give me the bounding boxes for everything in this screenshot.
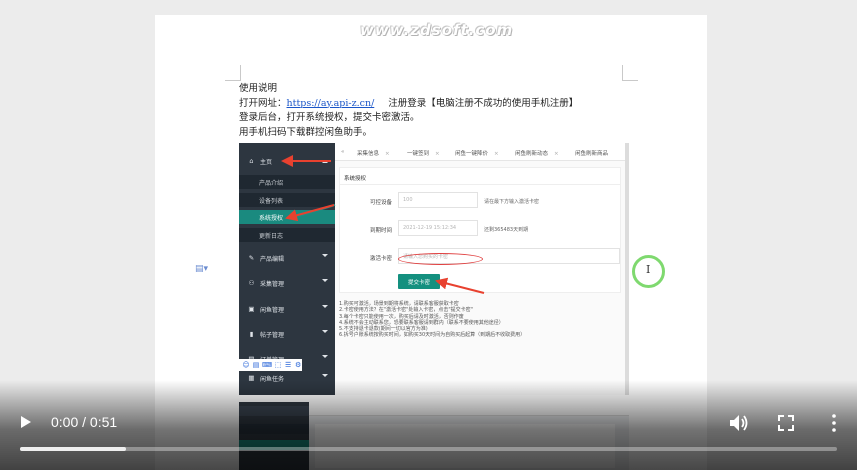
progress-bar[interactable]: [20, 447, 837, 451]
admin-tab-label: 闲鱼一键降价: [455, 151, 489, 157]
sidebar-sub-item: 设备列表: [239, 193, 335, 207]
admin-tab: 一键签到 ×: [407, 149, 440, 157]
volume-button[interactable]: [729, 414, 749, 432]
device-label: 可控设备: [369, 200, 392, 206]
sidebar-group: ▣ 闲鱼管理: [239, 300, 335, 318]
panel-divider: [340, 184, 620, 185]
chevron-down-icon: [322, 374, 328, 377]
close-icon: ×: [385, 151, 390, 157]
doc-line-login: 登录后台，打开系统授权，提交卡密激活。: [239, 112, 420, 123]
admin-tab-label: 闲鱼刷新商品: [575, 151, 609, 157]
admin-tab: 闲鱼刷新动态 ×: [515, 149, 559, 157]
video-controls: 0:00 / 0:51: [0, 405, 857, 441]
note-line: 6.拆号户账系统按购买时间，如购买30天时间为自购买后起算（到期后不收取费用）: [339, 332, 526, 339]
ime-moon-icon: ♪: [239, 361, 240, 369]
screenshot-scrollbar: [625, 143, 629, 395]
ime-keyboard-icon: ▤: [252, 361, 260, 369]
more-options-button[interactable]: [828, 413, 840, 433]
ime-toolbar: S 中 ♪ ☺ ▤ ⌨ ⬚ ☰ ⚙: [239, 359, 303, 371]
admin-tab: 闲鱼刷新商品: [575, 149, 608, 157]
admin-main: 系统授权 可控设备 100 请在最下方输入激活卡密 到期时间 2021-12-1…: [335, 161, 625, 395]
ime-settings-icon: ⚙: [294, 361, 302, 369]
collect-icon: ⚇: [248, 279, 255, 287]
admin-tab: 采集信息 ×: [357, 149, 390, 157]
sidebar-group: ✎ 产品编辑: [239, 249, 335, 267]
close-icon: ×: [435, 151, 440, 157]
document-body: 使用说明 打开网址：https://ay.api-z.cn/注册登录【电脑注册不…: [239, 82, 639, 140]
time-display: 0:00 / 0:51: [51, 414, 118, 430]
sidebar-sub-label: 更新日志: [259, 232, 284, 240]
home-icon: ⌂: [249, 157, 254, 165]
doc-line-url: 打开网址：https://ay.api-z.cn/注册登录【电脑注册不成功的使用…: [239, 97, 639, 112]
admin-tab-label: 闲鱼刷新动态: [515, 151, 549, 157]
sidebar-sub-label: 设备列表: [259, 197, 284, 205]
paragraph-marker-icon: ▤▾: [195, 264, 209, 274]
doc-url-prefix: 打开网址：: [239, 97, 287, 109]
text-cursor-icon: I: [646, 263, 651, 276]
play-button[interactable]: [18, 414, 34, 430]
admin-tab-label: 采集信息: [357, 151, 380, 157]
expire-field: 2021-12-19 15:12:34: [398, 220, 478, 236]
authorization-panel: 系统授权 可控设备 100 请在最下方输入激活卡密 到期时间 2021-12-1…: [339, 167, 621, 293]
sidebar-sub-item: 产品介绍: [239, 175, 335, 189]
red-highlight-ellipse: [398, 253, 483, 265]
close-icon: ×: [554, 151, 559, 157]
edit-icon: ✎: [248, 254, 255, 262]
fish-icon: ▣: [248, 305, 255, 313]
chevron-down-icon: [322, 355, 328, 358]
sidebar-group-label: 闲鱼管理: [260, 306, 285, 314]
expire-value: 2021-12-19 15:12:34: [403, 225, 457, 231]
close-icon: ×: [494, 151, 499, 157]
sidebar-home: ⌂ 主页: [239, 151, 335, 171]
doc-url-suffix: 注册登录【电脑注册不成功的使用手机注册】: [388, 97, 579, 109]
admin-tab: 闲鱼一键降价 ×: [455, 149, 499, 157]
progress-buffered: [20, 447, 127, 451]
fullscreen-button[interactable]: [777, 414, 795, 432]
sidebar-group: ⚇ 采集管理: [239, 274, 335, 292]
chevron-up-icon: [322, 160, 328, 163]
sidebar-group-label: 采集管理: [260, 280, 285, 288]
admin-tab-bar: « 采集信息 × 一键签到 × 闲鱼一键降价 × 闲鱼刷新动态 × 闲鱼刷新商品: [335, 143, 629, 161]
device-value: 100: [403, 197, 413, 203]
panel-title: 系统授权: [344, 176, 367, 182]
submit-card-button: 提交卡密: [398, 274, 440, 289]
doc-line-title: 使用说明: [239, 83, 278, 94]
chevron-down-icon: [322, 279, 328, 282]
doc-url-link[interactable]: https://ay.api-z.cn/: [287, 98, 375, 109]
chevron-down-icon: [322, 254, 328, 257]
sidebar-sub-label: 系统授权: [259, 214, 284, 222]
tabs-back-icon: «: [341, 149, 345, 155]
ime-menu-icon: ☰: [284, 361, 292, 369]
chevron-down-icon: [322, 305, 328, 308]
sidebar-group: ▮ 帖子管理: [239, 325, 335, 343]
sidebar-sub-label: 产品介绍: [259, 179, 284, 187]
sidebar-home-label: 主页: [260, 158, 273, 166]
post-icon: ▮: [249, 330, 254, 338]
doc-line-download: 用手机扫码下载群控闲鱼助手。: [239, 126, 373, 138]
chevron-down-icon: [322, 330, 328, 333]
device-hint: 请在最下方输入激活卡密: [484, 199, 540, 205]
usage-notes: 1.购买可激活，场景到期将系统，请联系客服获取卡密 2.卡密使用方法？在"激活卡…: [339, 301, 621, 339]
card-label: 激活卡密: [369, 256, 392, 262]
margin-corner-left: [225, 65, 241, 81]
watermark: www.zdsoft.com: [360, 21, 514, 39]
admin-tab-label: 一键签到: [407, 151, 430, 157]
embedded-admin-screenshot: ⌂ 主页 产品介绍 设备列表 系统授权 更新日志 ✎ 产品编辑 ⚇ 采集管理 ▣ 闲鱼…: [239, 143, 629, 395]
ime-box-icon: ⬚: [274, 361, 282, 369]
expire-label: 到期时间: [369, 228, 392, 234]
admin-sidebar: ⌂ 主页 产品介绍 设备列表 系统授权 更新日志 ✎ 产品编辑 ⚇ 采集管理 ▣ 闲鱼…: [239, 143, 335, 395]
ime-user-icon: ⌨: [262, 361, 273, 369]
margin-corner-right: [622, 65, 638, 81]
sidebar-group-label: 帖子管理: [260, 331, 285, 339]
sidebar-sub-item-active: 系统授权: [239, 210, 335, 224]
sidebar-sub-item: 更新日志: [239, 228, 335, 242]
expire-hint: 还剩365483天到期: [484, 227, 529, 233]
ime-emoji-icon: ☺: [242, 361, 250, 369]
device-field: 100: [398, 192, 478, 208]
sidebar-group-label: 产品编辑: [260, 255, 285, 263]
